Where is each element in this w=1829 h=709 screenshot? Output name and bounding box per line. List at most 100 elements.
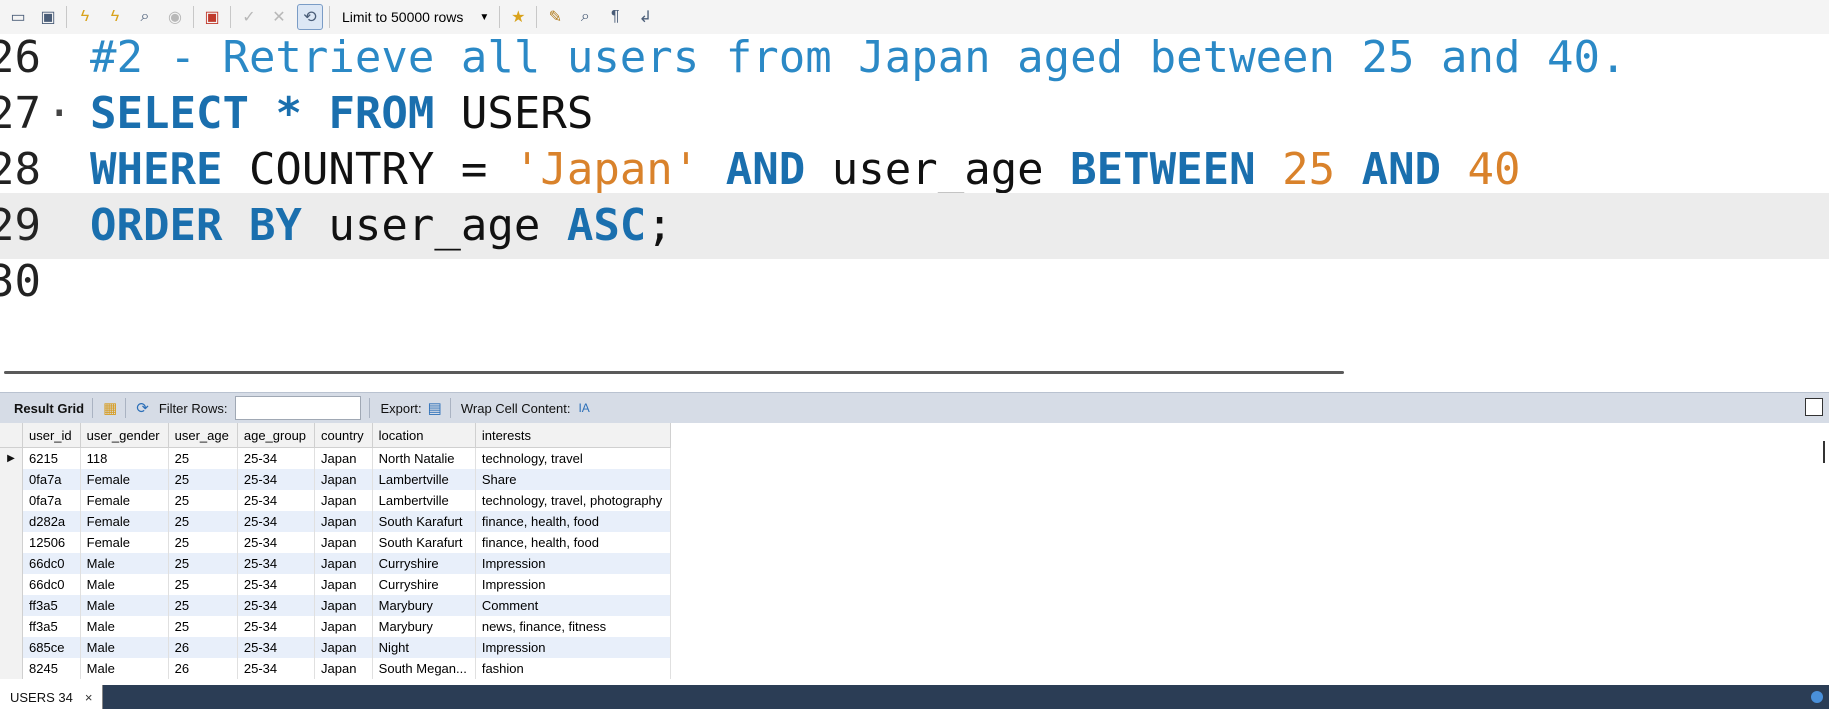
cell-interests[interactable]: finance, health, food xyxy=(475,532,672,553)
column-header-country[interactable]: country xyxy=(314,423,373,448)
cell-location[interactable]: Lambertville xyxy=(372,469,476,490)
cell-location[interactable]: Curryshire xyxy=(372,553,476,574)
cell-interests[interactable]: news, finance, fitness xyxy=(475,616,672,637)
close-icon[interactable]: × xyxy=(85,690,93,705)
cell-user-age[interactable]: 25 xyxy=(168,532,238,553)
row-selector[interactable] xyxy=(0,616,23,637)
cell-country[interactable]: Japan xyxy=(314,532,373,553)
cell-location[interactable]: Curryshire xyxy=(372,574,476,595)
cell-user-gender[interactable]: Male xyxy=(80,616,169,637)
cell-country[interactable]: Japan xyxy=(314,511,373,532)
table-row[interactable]: d282a Female 25 25-34 Japan South Karafurt fin… xyxy=(0,511,672,532)
cell-user-id[interactable]: 0fa7a xyxy=(22,469,81,490)
current-row-arrow-icon[interactable]: ▶ xyxy=(0,447,23,469)
row-selector-header[interactable] xyxy=(0,423,23,448)
cell-age-group[interactable]: 25-34 xyxy=(237,532,316,553)
cell-location[interactable]: South Megan... xyxy=(372,658,476,679)
code-line[interactable]: 30 xyxy=(0,249,1829,315)
cell-age-group[interactable]: 25-34 xyxy=(237,616,316,637)
cell-user-gender[interactable]: Female xyxy=(80,511,169,532)
cell-user-gender[interactable]: Male xyxy=(80,658,169,679)
cell-user-id[interactable]: 66dc0 xyxy=(22,574,81,595)
cell-user-id[interactable]: 685ce xyxy=(22,637,81,658)
cell-interests[interactable]: finance, health, food xyxy=(475,511,672,532)
vertical-scrollbar[interactable] xyxy=(1823,441,1825,463)
cell-interests[interactable]: fashion xyxy=(475,658,672,679)
table-row[interactable]: 8245 Male 26 25-34 Japan South Megan... fashio… xyxy=(0,658,672,679)
grid-view-icon[interactable]: ▦ xyxy=(103,399,117,417)
cell-country[interactable]: Japan xyxy=(314,658,373,679)
cell-user-age[interactable]: 26 xyxy=(168,658,238,679)
cell-interests[interactable]: Impression xyxy=(475,553,672,574)
cell-user-gender[interactable]: Male xyxy=(80,637,169,658)
row-selector[interactable] xyxy=(0,532,23,553)
cell-user-id[interactable]: 12506 xyxy=(22,532,81,553)
cell-interests[interactable]: Share xyxy=(475,469,672,490)
table-row[interactable]: 685ce Male 26 25-34 Japan Night Impression xyxy=(0,637,672,658)
table-row[interactable]: 0fa7a Female 25 25-34 Japan Lambertville Share xyxy=(0,469,672,490)
cell-user-age[interactable]: 26 xyxy=(168,637,238,658)
table-row[interactable]: 12506 Female 25 25-34 Japan South Karafurt fin… xyxy=(0,532,672,553)
cell-location[interactable]: South Karafurt xyxy=(372,511,476,532)
cell-location[interactable]: Marybury xyxy=(372,616,476,637)
export-icon[interactable]: ▤ xyxy=(428,399,442,417)
editor-splitter[interactable] xyxy=(4,371,1344,374)
cell-user-gender[interactable]: Female xyxy=(80,532,169,553)
cell-user-gender[interactable]: Female xyxy=(80,469,169,490)
table-row[interactable]: 66dc0 Male 25 25-34 Japan Curryshire Impressio… xyxy=(0,553,672,574)
cell-user-gender[interactable]: Male xyxy=(80,574,169,595)
cell-interests[interactable]: Impression xyxy=(475,574,672,595)
cell-location[interactable]: Lambertville xyxy=(372,490,476,511)
row-selector[interactable] xyxy=(0,511,23,532)
cell-country[interactable]: Japan xyxy=(314,595,373,616)
cell-interests[interactable]: technology, travel, photography xyxy=(475,490,672,511)
cell-user-gender[interactable]: Male xyxy=(80,553,169,574)
cell-interests[interactable]: technology, travel xyxy=(475,447,672,469)
cell-interests[interactable]: Impression xyxy=(475,637,672,658)
row-selector[interactable] xyxy=(0,658,23,679)
cell-user-age[interactable]: 25 xyxy=(168,447,238,469)
refresh-icon[interactable]: ⟳ xyxy=(136,399,149,417)
result-grid-label[interactable]: Result Grid xyxy=(14,401,84,416)
column-header-user-id[interactable]: user_id xyxy=(22,423,81,448)
cell-user-age[interactable]: 25 xyxy=(168,469,238,490)
cell-age-group[interactable]: 25-34 xyxy=(237,658,316,679)
row-selector[interactable] xyxy=(0,595,23,616)
cell-user-id[interactable]: 8245 xyxy=(22,658,81,679)
cell-location[interactable]: North Natalie xyxy=(372,447,476,469)
cell-location[interactable]: Marybury xyxy=(372,595,476,616)
column-header-user-age[interactable]: user_age xyxy=(168,423,238,448)
cell-location[interactable]: Night xyxy=(372,637,476,658)
cell-age-group[interactable]: 25-34 xyxy=(237,574,316,595)
table-row[interactable]: 66dc0 Male 25 25-34 Japan Curryshire Impressio… xyxy=(0,574,672,595)
row-selector[interactable] xyxy=(0,637,23,658)
row-selector[interactable] xyxy=(0,490,23,511)
cell-interests[interactable]: Comment xyxy=(475,595,672,616)
sql-editor[interactable]: 26 #2 - Retrieve all users from Japan age… xyxy=(0,32,1829,374)
cell-user-id[interactable]: ff3a5 xyxy=(22,595,81,616)
row-selector[interactable] xyxy=(0,469,23,490)
wrap-cell-icon[interactable]: IA xyxy=(578,401,589,415)
cell-user-gender[interactable]: Female xyxy=(80,490,169,511)
cell-user-id[interactable]: d282a xyxy=(22,511,81,532)
column-header-location[interactable]: location xyxy=(372,423,476,448)
cell-age-group[interactable]: 25-34 xyxy=(237,447,316,469)
cell-user-age[interactable]: 25 xyxy=(168,574,238,595)
table-row[interactable]: 0fa7a Female 25 25-34 Japan Lambertville techn… xyxy=(0,490,672,511)
cell-location[interactable]: South Karafurt xyxy=(372,532,476,553)
cell-country[interactable]: Japan xyxy=(314,469,373,490)
cell-user-age[interactable]: 25 xyxy=(168,490,238,511)
cell-country[interactable]: Japan xyxy=(314,447,373,469)
cell-country[interactable]: Japan xyxy=(314,616,373,637)
cell-user-id[interactable]: ff3a5 xyxy=(22,616,81,637)
row-selector[interactable] xyxy=(0,574,23,595)
cell-age-group[interactable]: 25-34 xyxy=(237,469,316,490)
cell-country[interactable]: Japan xyxy=(314,490,373,511)
cell-age-group[interactable]: 25-34 xyxy=(237,490,316,511)
result-grid[interactable]: user_id user_gender user_age age_group count… xyxy=(0,423,1829,685)
cell-user-id[interactable]: 0fa7a xyxy=(22,490,81,511)
table-row[interactable]: ff3a5 Male 25 25-34 Japan Marybury Comment xyxy=(0,595,672,616)
cell-country[interactable]: Japan xyxy=(314,637,373,658)
cell-age-group[interactable]: 25-34 xyxy=(237,511,316,532)
cell-user-gender[interactable]: Male xyxy=(80,595,169,616)
